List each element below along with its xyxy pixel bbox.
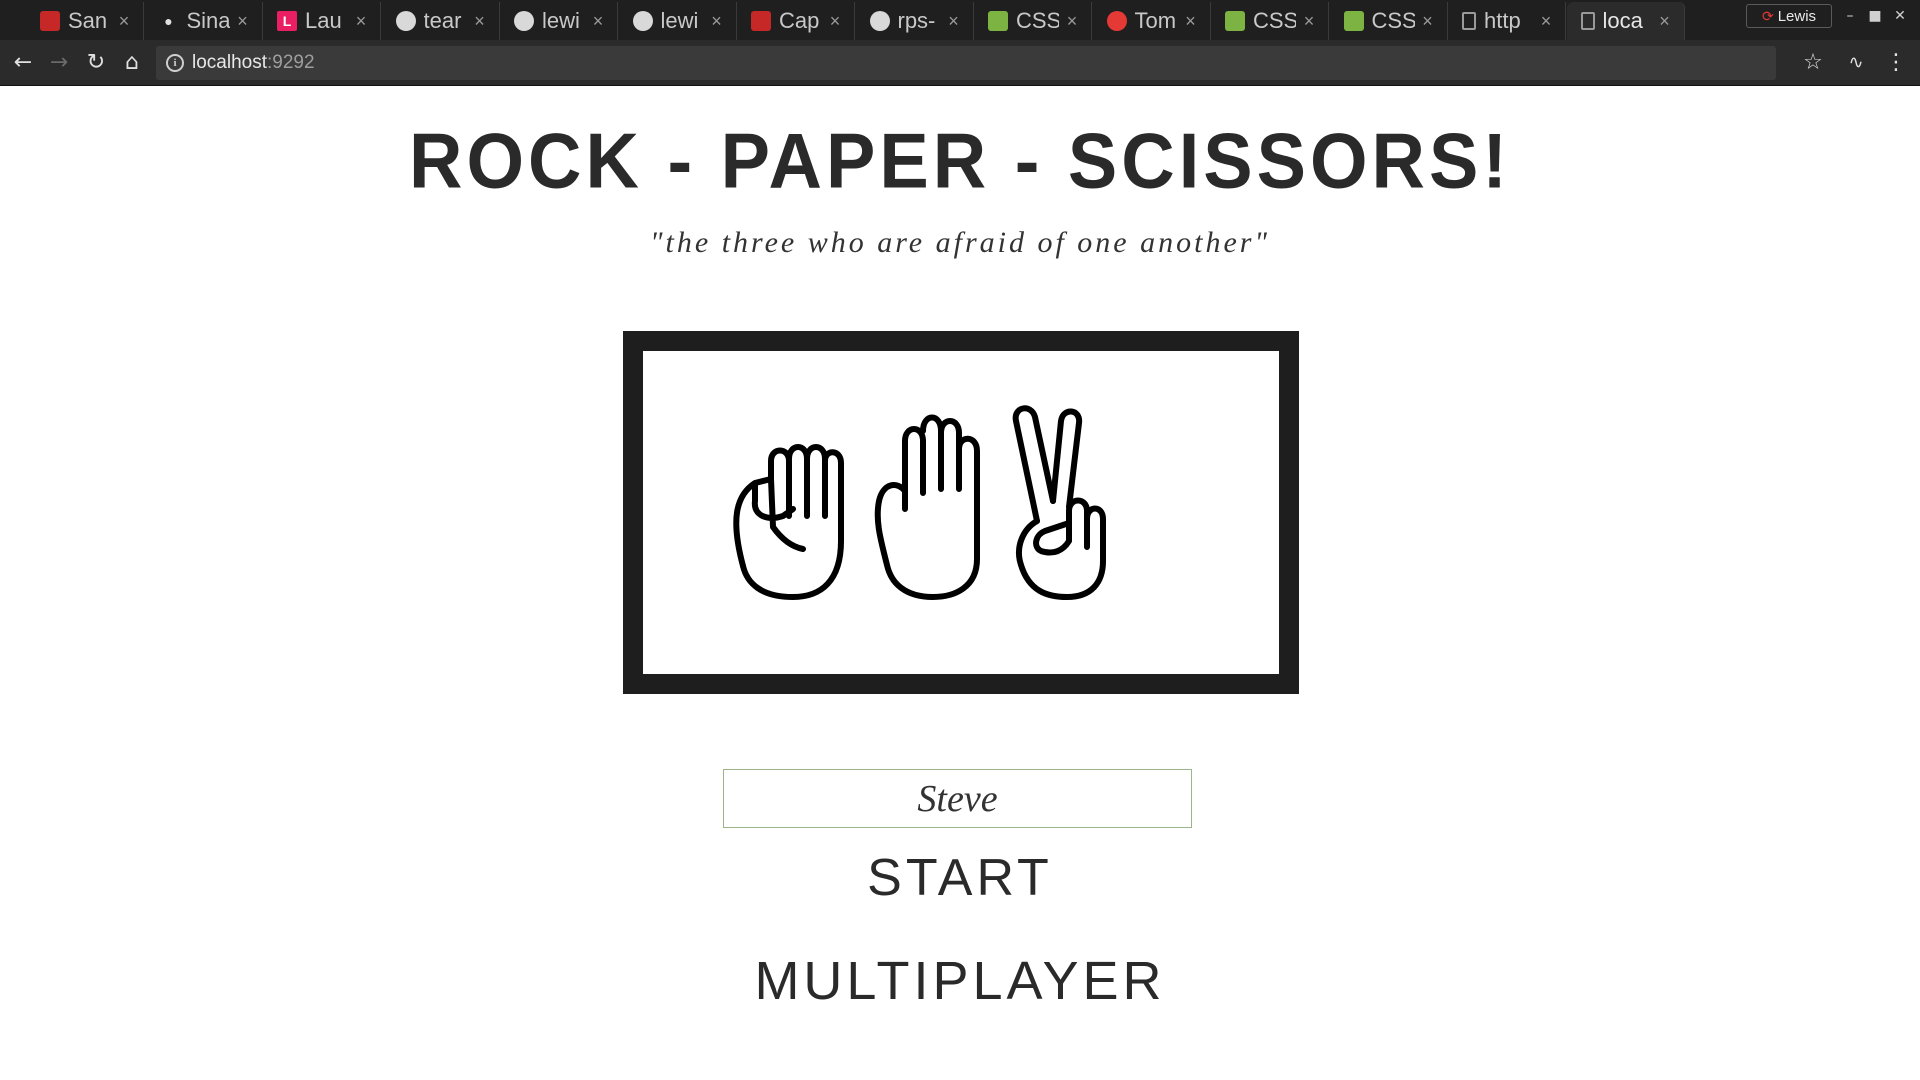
tab-close-icon[interactable]: × bbox=[1063, 11, 1081, 32]
page-icon bbox=[1580, 12, 1595, 30]
pink-l-icon: L bbox=[277, 11, 297, 31]
browser-tab[interactable]: San × bbox=[26, 2, 144, 40]
profile-name: Lewis bbox=[1777, 7, 1817, 25]
tab-close-icon[interactable]: × bbox=[589, 11, 607, 32]
tab-label: http bbox=[1484, 8, 1521, 33]
browser-tab[interactable]: CSS × bbox=[1330, 2, 1448, 40]
page-title: ROCK - PAPER - SCISSORS! bbox=[409, 116, 1511, 205]
browser-tab[interactable]: rps- × bbox=[856, 2, 974, 40]
rps-illustration-frame bbox=[623, 331, 1299, 694]
address-port: :9292 bbox=[267, 52, 315, 73]
page-content: ROCK - PAPER - SCISSORS! "the three who … bbox=[0, 86, 1920, 1080]
tab-strip: San × ● Sina × L Lau × tear × lewi × lewi × Cap × rps- × C… bbox=[0, 0, 1920, 40]
tab-label: Lau bbox=[305, 8, 342, 33]
github-icon bbox=[395, 11, 416, 31]
rock-fist-icon bbox=[733, 444, 844, 600]
tab-label: rps- bbox=[897, 8, 936, 33]
tab-label: loca bbox=[1602, 8, 1643, 33]
tab-label: tear bbox=[423, 8, 462, 33]
browser-tab[interactable]: Tom × bbox=[1093, 2, 1211, 40]
scissors-hand-icon bbox=[1012, 405, 1106, 600]
tab-close-icon[interactable]: × bbox=[115, 11, 133, 32]
address-host: localhost bbox=[192, 52, 267, 73]
browser-tab[interactable]: lewi × bbox=[619, 2, 737, 40]
tomato-icon bbox=[1106, 11, 1127, 31]
forward-icon[interactable]: → bbox=[43, 46, 75, 78]
browser-tab[interactable]: L Lau × bbox=[263, 2, 381, 40]
tab-close-icon[interactable]: × bbox=[826, 11, 844, 32]
player-name-input[interactable] bbox=[723, 769, 1192, 828]
tab-label: lewi bbox=[542, 8, 580, 33]
page-icon bbox=[1462, 12, 1476, 30]
tab-close-icon[interactable]: × bbox=[352, 11, 370, 32]
tab-label: lewi bbox=[660, 8, 699, 33]
browser-tab[interactable]: Cap × bbox=[737, 2, 855, 40]
browser-toolbar: ← → ↻ ⌂ i localhost:9292 ☆ ∿ ⋮ bbox=[0, 40, 1920, 86]
browser-tab[interactable]: tear × bbox=[382, 2, 500, 40]
tab-close-icon[interactable]: × bbox=[1419, 11, 1437, 32]
tab-close-icon[interactable]: × bbox=[1182, 11, 1200, 32]
profile-icon: ⟳ bbox=[1761, 7, 1774, 24]
browser-tab[interactable]: lewi × bbox=[500, 2, 618, 40]
tab-label: CSS bbox=[1253, 8, 1296, 33]
github-icon bbox=[514, 11, 534, 31]
tab-label: CSS bbox=[1016, 8, 1059, 33]
start-button[interactable]: START bbox=[0, 848, 1920, 908]
browser-tab[interactable]: CSS × bbox=[1211, 2, 1329, 40]
tab-close-icon[interactable]: × bbox=[945, 11, 963, 32]
browser-tab[interactable]: CSS × bbox=[974, 2, 1092, 40]
browser-tab[interactable]: ● Sina × bbox=[145, 2, 263, 40]
tab-close-icon[interactable]: × bbox=[471, 11, 489, 32]
browser-tab[interactable]: loca × bbox=[1566, 2, 1685, 40]
github-icon bbox=[632, 11, 653, 31]
close-window-icon[interactable]: ✕ bbox=[1891, 8, 1909, 24]
bookmark-star-icon[interactable]: ☆ bbox=[1797, 46, 1829, 78]
green-css-icon bbox=[988, 11, 1008, 31]
tab-label: Tom bbox=[1134, 8, 1177, 33]
red-brand-icon bbox=[40, 11, 60, 31]
rps-illustration bbox=[733, 405, 1106, 600]
info-icon[interactable]: i bbox=[166, 54, 184, 72]
tab-label: CSS bbox=[1371, 8, 1415, 33]
red-brand-icon bbox=[751, 11, 771, 31]
extension-icon[interactable]: ∿ bbox=[1840, 46, 1872, 78]
green-css-icon bbox=[1225, 11, 1245, 31]
tab-label: Sina bbox=[186, 8, 230, 33]
multiplayer-button[interactable]: MULTIPLAYER bbox=[0, 950, 1920, 1012]
tab-label: San bbox=[68, 8, 108, 33]
tab-close-icon[interactable]: × bbox=[1656, 11, 1674, 32]
home-icon[interactable]: ⌂ bbox=[116, 46, 148, 78]
fedora-hat-icon: ● bbox=[164, 13, 173, 29]
page-subtitle: "the three who are afraid of one another… bbox=[649, 226, 1271, 259]
tab-close-icon[interactable]: × bbox=[708, 11, 726, 32]
tab-label: Cap bbox=[779, 8, 820, 33]
tab-close-icon[interactable]: × bbox=[1300, 11, 1318, 32]
profile-button[interactable]: ⟳ Lewis bbox=[1746, 4, 1832, 28]
paper-hand-icon bbox=[874, 414, 980, 600]
minimize-icon[interactable]: – bbox=[1841, 8, 1859, 24]
maximize-icon[interactable]: ■ bbox=[1866, 8, 1884, 24]
github-icon bbox=[869, 11, 890, 31]
address-bar[interactable]: i localhost:9292 bbox=[156, 46, 1776, 80]
green-css-icon bbox=[1343, 11, 1364, 31]
kebab-menu-icon[interactable]: ⋮ bbox=[1880, 46, 1912, 78]
browser-tab[interactable]: http × bbox=[1448, 2, 1566, 40]
tab-close-icon[interactable]: × bbox=[234, 11, 252, 32]
back-icon[interactable]: ← bbox=[7, 46, 39, 78]
tab-close-icon[interactable]: × bbox=[1537, 11, 1555, 32]
reload-icon[interactable]: ↻ bbox=[80, 46, 112, 78]
browser-chrome: San × ● Sina × L Lau × tear × lewi × lewi × Cap × rps- × C… bbox=[0, 0, 1920, 86]
